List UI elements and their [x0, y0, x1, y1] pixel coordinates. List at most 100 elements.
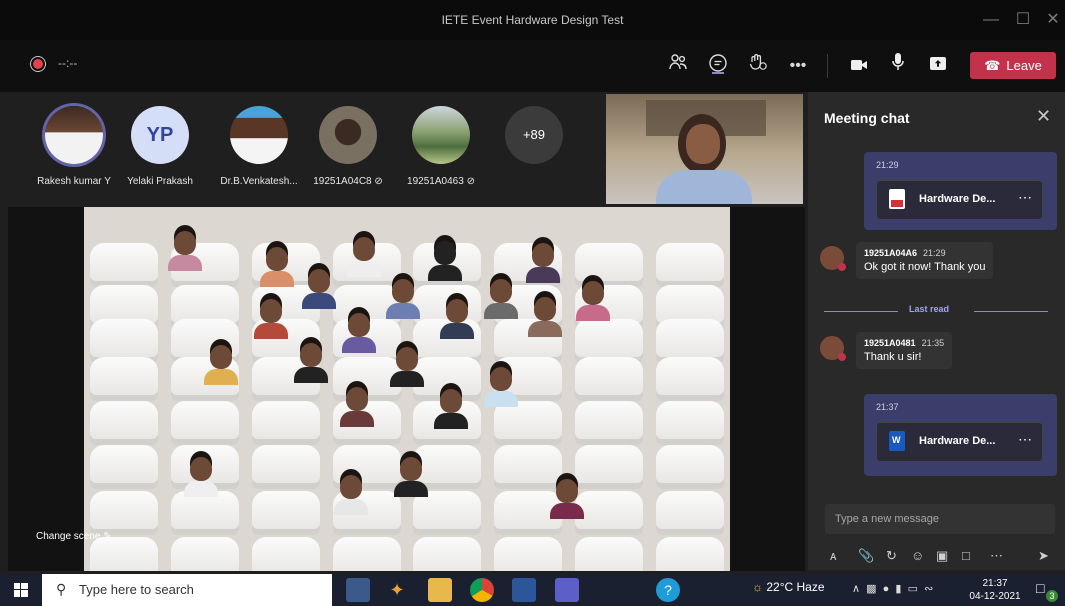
attendee-video [254, 299, 288, 339]
chrome-icon[interactable] [470, 578, 494, 602]
attendee-video [334, 475, 368, 515]
message-input[interactable] [825, 504, 1055, 534]
participant-tile[interactable]: Dr.B.Venkatesh... [215, 100, 303, 196]
camera-icon[interactable] [845, 52, 873, 80]
meeting-chat-panel: Meeting chat ✕ 21:29 Hardware De... ⋯ 19… [808, 92, 1065, 570]
message-author: 19251A0481 [864, 338, 916, 348]
participant-name: 19251A0463 ⊘ [407, 176, 475, 187]
app-icon[interactable]: ✦ [385, 578, 409, 602]
help-icon[interactable]: ? [656, 578, 680, 602]
self-video-preview[interactable] [606, 94, 803, 204]
send-icon[interactable]: ➤ [1038, 548, 1049, 564]
clock-date: 04-12-2021 [969, 591, 1021, 602]
taskbar-clock[interactable]: 21:37 04-12-2021 [968, 577, 1022, 603]
reactions-icon[interactable] [744, 52, 772, 80]
last-read-label: Last read [909, 304, 950, 314]
attach-icon[interactable]: 📎 [858, 548, 874, 564]
word-file-icon [889, 431, 905, 451]
gif-icon[interactable]: ▣ [936, 548, 948, 564]
title-bar: IETE Event Hardware Design Test — ☐ ✕ [0, 0, 1065, 40]
message-time: 21:29 [876, 160, 899, 170]
my-message: 21:29 Hardware De... ⋯ [864, 152, 1057, 230]
meeting-timer: --:-- [58, 56, 78, 70]
attendee-video [340, 387, 374, 427]
mic-muted-icon: ⊘ [374, 176, 383, 187]
change-scene-button[interactable]: Change scene ✎ [36, 531, 112, 542]
microphone-icon[interactable] [884, 52, 912, 80]
weather-text: 22°C Haze [766, 580, 825, 594]
message-meta: 19251A0481 21:35 [864, 338, 944, 348]
emoji-icon[interactable]: ☺ [911, 548, 924, 563]
participant-tile[interactable]: Rakesh kumar Y [30, 100, 118, 196]
windows-start-icon[interactable] [14, 583, 28, 597]
weather-widget[interactable]: ☼ 22°C Haze [752, 580, 825, 594]
chat-title: Meeting chat [824, 110, 910, 126]
attendee-video [484, 367, 518, 407]
avatar-initials: YP [131, 106, 189, 164]
search-placeholder: Type here to search [79, 582, 194, 597]
participant-name: Rakesh kumar Y [37, 176, 111, 187]
participant-name: Dr.B.Venkatesh... [220, 176, 298, 187]
mic-muted-icon: ⊘ [466, 176, 475, 187]
clock-time: 21:37 [982, 578, 1008, 589]
attendee-video [440, 299, 474, 339]
file-name: Hardware De... [919, 435, 996, 447]
file-attachment[interactable]: Hardware De... ⋯ [876, 180, 1043, 220]
attendee-video [394, 457, 428, 497]
format-icon[interactable]: ᴀ [830, 548, 836, 563]
message-bubble: 19251A04A6 21:29 Ok got it now! Thank you [856, 242, 994, 279]
leave-button[interactable]: ☎ Leave [970, 52, 1056, 79]
pdf-file-icon [889, 189, 905, 209]
maximize-icon[interactable]: ☐ [1010, 8, 1036, 32]
file-attachment[interactable]: Hardware De... ⋯ [876, 422, 1043, 462]
file-explorer-icon[interactable] [428, 578, 452, 602]
message-time: 21:37 [876, 402, 899, 412]
chat-message: 19251A0481 21:35 Thank u sir! [820, 332, 1050, 378]
file-more-icon[interactable]: ⋯ [1018, 431, 1032, 448]
message-composer[interactable] [825, 504, 1055, 534]
task-view-icon[interactable] [346, 578, 370, 602]
more-participants-count: +89 [505, 106, 563, 164]
attendee-video [204, 345, 238, 385]
message-meta: 19251A04A6 21:29 [864, 248, 985, 258]
file-more-icon[interactable]: ⋯ [1018, 189, 1032, 206]
attendee-video [550, 479, 584, 519]
loop-icon[interactable]: ↻ [886, 548, 897, 564]
self-face [686, 124, 720, 164]
participant-name: 19251A04C8 ⊘ [313, 176, 383, 187]
participant-tile[interactable]: 19251A04C8 ⊘ [304, 100, 392, 196]
attendee-video [260, 247, 294, 287]
avatar [45, 106, 103, 164]
share-screen-icon[interactable] [924, 52, 952, 80]
more-options-icon[interactable]: ••• [784, 52, 812, 80]
teams-icon[interactable] [555, 578, 579, 602]
toolbar-divider [827, 54, 828, 78]
minimize-icon[interactable]: — [978, 8, 1004, 32]
recording-icon [33, 59, 43, 69]
avatar [319, 106, 377, 164]
participant-tile[interactable]: 19251A0463 ⊘ [397, 100, 485, 196]
my-message: 21:37 Hardware De... ⋯ [864, 394, 1057, 476]
word-icon[interactable] [512, 578, 536, 602]
people-icon[interactable] [664, 52, 692, 80]
close-chat-icon[interactable]: ✕ [1036, 106, 1051, 127]
more-compose-icon[interactable]: ⋯ [990, 548, 1003, 564]
attendee-video [484, 279, 518, 319]
chat-icon[interactable] [704, 52, 732, 80]
avatar [412, 106, 470, 164]
message-time: 21:35 [921, 338, 945, 348]
sender-avatar [820, 246, 846, 271]
close-window-icon[interactable]: ✕ [1040, 8, 1065, 32]
taskbar-search[interactable]: ⚲ Type here to search [42, 574, 332, 606]
system-tray-icons[interactable]: ∧ ▩ ● ▮ ▭ ∾ [852, 582, 933, 595]
attendee-video [526, 243, 560, 283]
windows-taskbar: ⚲ Type here to search ✦ ? ☼ 22°C Haze ∧ … [0, 574, 1065, 606]
message-time: 21:29 [923, 248, 946, 258]
participant-tile[interactable]: YP Yelaki Prakash [116, 100, 204, 196]
file-name: Hardware De... [919, 193, 996, 205]
sticker-icon[interactable]: □ [962, 548, 970, 563]
attendee-video [347, 237, 381, 277]
more-participants[interactable]: +89 [490, 100, 578, 196]
search-icon: ⚲ [56, 581, 67, 597]
pencil-icon: ✎ [103, 531, 112, 542]
